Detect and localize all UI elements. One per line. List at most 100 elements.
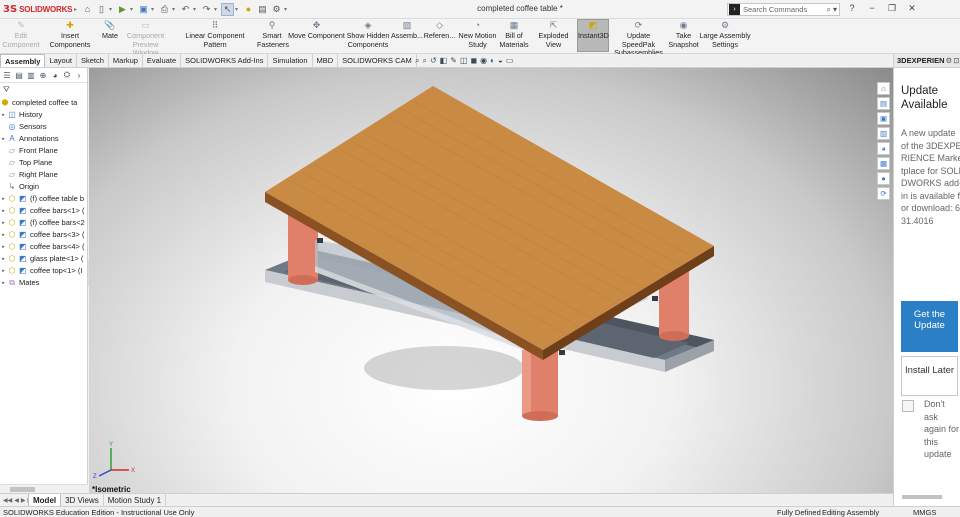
coffee-table-model[interactable] (89, 68, 893, 493)
search-input[interactable]: Search Commands (743, 5, 827, 14)
unit-system[interactable]: MMGS (913, 507, 936, 517)
display-style-icon[interactable]: ◼ (471, 56, 478, 66)
view-palette-icon[interactable]: ◕ (877, 142, 890, 155)
dont-ask-checkbox[interactable] (902, 400, 914, 412)
help-icon[interactable]: ? (845, 3, 859, 14)
search-commands[interactable]: › Search Commands ⌕ ▾ (727, 3, 840, 16)
chevron-down-icon[interactable]: ▾ (109, 6, 115, 13)
chevron-down-icon[interactable]: ▾ (172, 6, 178, 13)
file-properties-icon[interactable]: ▤ (256, 3, 269, 16)
new-document-icon[interactable]: ▯ (95, 3, 108, 16)
tab-solidworks-add-ins[interactable]: SOLIDWORKS Add-Ins (181, 54, 269, 67)
tab-solidworks-cam[interactable]: SOLIDWORKS CAM (338, 54, 417, 67)
horizontal-scrollbar[interactable] (0, 484, 88, 493)
tab-model[interactable]: Model (28, 493, 62, 507)
next-tab-icon[interactable]: ▶ (21, 497, 26, 504)
reference-geometry-button[interactable]: ◇ Referen... (423, 20, 456, 41)
tab-simulation[interactable]: Simulation (268, 54, 313, 67)
install-later-button[interactable]: Install Later (901, 356, 958, 396)
tree-item-right-plane[interactable]: ▱ Right Plane (0, 169, 87, 181)
tree-item-annotations[interactable]: ▸ A Annotations (0, 133, 87, 145)
edit-component-button[interactable]: ✎ Edit Component (2, 20, 40, 49)
chevron-down-icon[interactable]: ▾ (235, 6, 241, 13)
tree-item-part[interactable]: ▸ ⬡ ◩ coffee bars<3> ( (0, 229, 87, 241)
exploded-view-button[interactable]: ⇱ Exploded View (530, 20, 577, 49)
tab-evaluate[interactable]: Evaluate (143, 54, 182, 67)
marketplace-icon[interactable]: ⟳ (877, 187, 890, 200)
tree-item-part[interactable]: ▸ ⬡ ◩ coffee bars<1> ( (0, 205, 87, 217)
configuration-manager-icon[interactable]: ▥ (26, 71, 36, 80)
expand-arrow-icon[interactable]: ▸ (0, 193, 7, 205)
hide-show-items-icon[interactable]: ◉ (480, 56, 487, 66)
prev-tab-icon[interactable]: ◀ (14, 497, 19, 504)
section-view-icon[interactable]: ◧ (440, 56, 448, 66)
options-icon[interactable]: ⚙ (270, 3, 283, 16)
view-settings-icon[interactable]: ▭ (506, 56, 514, 66)
chevron-down-icon[interactable]: ▾ (130, 6, 136, 13)
large-assembly-settings-button[interactable]: ⚙ Large Assembly Settings (699, 20, 751, 49)
menu-expand-icon[interactable]: ▸ (74, 6, 80, 13)
settings-icon[interactable]: ⚙ (946, 56, 953, 65)
tab-motion-study[interactable]: Motion Study 1 (104, 493, 167, 507)
open-icon[interactable]: ▶ (116, 3, 129, 16)
tree-item-origin[interactable]: ↳ Origin (0, 181, 87, 193)
tree-item-top-plane[interactable]: ▱ Top Plane (0, 157, 87, 169)
new-motion-study-button[interactable]: ◔ New Motion Study (457, 20, 498, 49)
dimxpert-icon[interactable]: ⊕ (38, 71, 48, 80)
graphics-area[interactable]: Y X Z *Isometric (89, 68, 893, 493)
chevron-down-icon[interactable]: ▾ (284, 6, 290, 13)
display-manager-icon[interactable]: ◕ (50, 71, 60, 80)
file-explorer-icon[interactable]: ▥ (877, 127, 890, 140)
tree-item-part[interactable]: ▸ ⬡ ◩ coffee top<1> (I (0, 265, 87, 277)
smart-fasteners-button[interactable]: ⚲ Smart Fasteners (257, 20, 289, 49)
tree-item-part[interactable]: ▸ ⬡ ◩ (f) coffee table b (0, 193, 87, 205)
update-speedpak-button[interactable]: ⟳ Update SpeedPak Subassemblies (610, 20, 667, 58)
assembly-features-button[interactable]: ▨ Assemb... (391, 20, 423, 41)
chevron-down-icon[interactable]: ▾ (151, 6, 157, 13)
pin-icon[interactable]: ⊡ (953, 56, 959, 65)
tree-item-part[interactable]: ▸ ⬡ ◩ coffee bars<4> ( (0, 241, 87, 253)
property-manager-icon[interactable]: ▤ (14, 71, 24, 80)
minimize-icon[interactable]: − (865, 3, 879, 14)
expand-arrow-icon[interactable]: ▸ (0, 265, 7, 277)
print-icon[interactable]: ⎙ (158, 3, 171, 16)
zoom-to-area-icon[interactable]: ⌕ (422, 56, 426, 66)
previous-view-icon[interactable]: ↺ (430, 56, 437, 66)
expand-panel-icon[interactable]: › (74, 71, 84, 80)
tab-mbd[interactable]: MBD (313, 54, 339, 67)
appearances-icon[interactable]: ▦ (877, 157, 890, 170)
tab-assembly[interactable]: Assembly (0, 54, 46, 67)
insert-components-button[interactable]: ✚ Insert Components (40, 20, 100, 49)
expand-arrow-icon[interactable]: ▸ (0, 133, 7, 145)
tree-item-front-plane[interactable]: ▱ Front Plane (0, 145, 87, 157)
tab-layout[interactable]: Layout (45, 54, 77, 67)
view-orientation-icon[interactable]: ◫ (460, 56, 468, 66)
zoom-to-fit-icon[interactable]: ⌕ (415, 56, 419, 66)
chevron-down-icon[interactable]: ▾ (833, 5, 839, 14)
expand-arrow-icon[interactable]: ▸ (0, 229, 7, 241)
task-pane-scrollbar[interactable] (902, 495, 942, 499)
dynamic-annotation-icon[interactable]: ✎ (450, 56, 457, 66)
expand-arrow-icon[interactable]: ▸ (0, 253, 7, 265)
feature-tree-icon[interactable]: ☰ (2, 71, 12, 80)
custom-properties-icon[interactable]: ● (877, 172, 890, 185)
scrollbar-thumb[interactable] (10, 487, 35, 492)
tree-item-assembly[interactable]: ⬢ completed coffee ta (0, 97, 87, 109)
expand-arrow-icon[interactable]: ▸ (0, 277, 7, 289)
tree-item-history[interactable]: ▸ ◫ History (0, 109, 87, 121)
take-snapshot-button[interactable]: ◉ Take Snapshot (668, 20, 699, 49)
chevron-down-icon[interactable]: ▾ (214, 6, 220, 13)
expand-arrow-icon[interactable]: ▸ (0, 205, 7, 217)
restore-icon[interactable]: ❐ (885, 3, 899, 14)
filter-icon[interactable]: ⛛ (0, 83, 87, 97)
tab-sketch[interactable]: Sketch (77, 54, 109, 67)
expand-arrow-icon[interactable]: ▸ (0, 109, 7, 121)
solidworks-logo[interactable]: 3S SOLIDWORKS (0, 4, 74, 15)
home-icon[interactable]: ⌂ (81, 3, 94, 16)
move-component-button[interactable]: ✥ Move Component (288, 20, 345, 41)
tree-item-part[interactable]: ▸ ⬡ ◩ (f) coffee bars<2 (0, 217, 87, 229)
home-icon[interactable]: ⌂ (877, 82, 890, 95)
mate-button[interactable]: 📎 Mate (100, 20, 120, 41)
show-hidden-button[interactable]: ◈ Show Hidden Components (346, 20, 390, 49)
apply-scene-icon[interactable]: ◒ (498, 56, 503, 66)
